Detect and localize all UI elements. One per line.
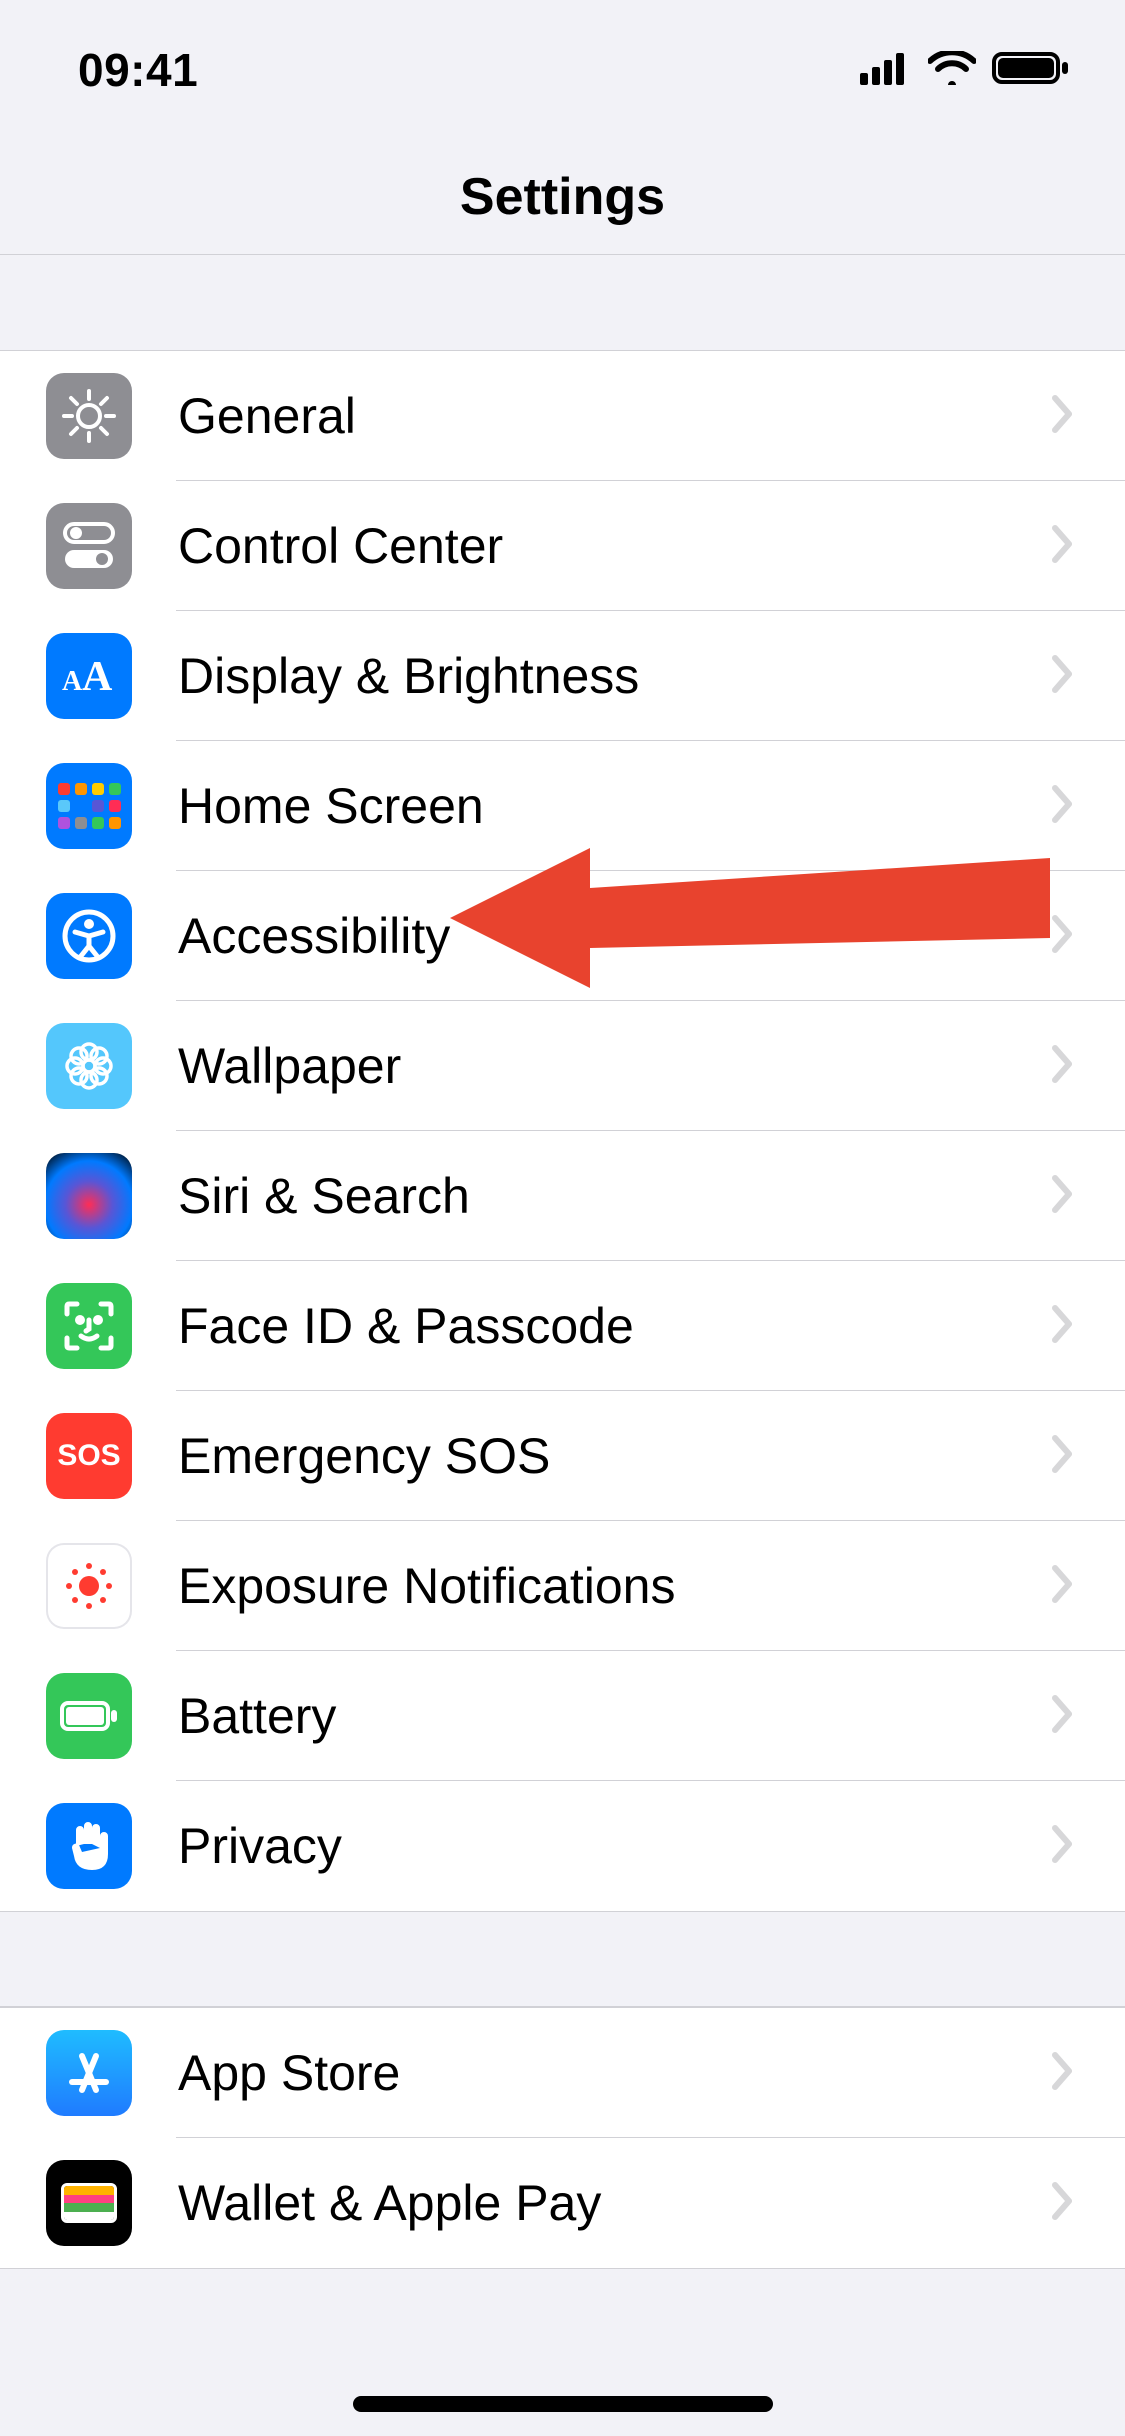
row-label: Privacy (178, 1817, 1051, 1875)
app-grid-icon (46, 763, 132, 849)
battery-icon (992, 50, 1070, 91)
row-exposure-notifications[interactable]: Exposure Notifications (0, 1521, 1125, 1651)
row-label: General (178, 387, 1051, 445)
siri-icon (46, 1153, 132, 1239)
row-label: Display & Brightness (178, 647, 1051, 705)
home-indicator[interactable] (353, 2396, 773, 2412)
row-wallet-apple-pay[interactable]: Wallet & Apple Pay (0, 2138, 1125, 2268)
hand-icon (46, 1803, 132, 1889)
toggles-icon (46, 503, 132, 589)
wallet-icon (46, 2160, 132, 2246)
row-label: Control Center (178, 517, 1051, 575)
appstore-icon (46, 2030, 132, 2116)
svg-text:A: A (62, 666, 83, 697)
row-home-screen[interactable]: Home Screen (0, 741, 1125, 871)
row-emergency-sos[interactable]: SOS Emergency SOS (0, 1391, 1125, 1521)
status-time: 09:41 (78, 43, 198, 97)
settings-group-store: App Store Wallet & Apple Pay (0, 2007, 1125, 2268)
row-general[interactable]: General (0, 351, 1125, 481)
row-label: Face ID & Passcode (178, 1297, 1051, 1355)
settings-group-main: General Control Center (0, 351, 1125, 1911)
chevron-right-icon (1051, 1174, 1075, 1219)
settings-screen: 09:41 (0, 0, 1125, 2436)
flower-icon (46, 1023, 132, 1109)
accessibility-icon (46, 893, 132, 979)
chevron-right-icon (1051, 1564, 1075, 1609)
page-title: Settings (460, 167, 665, 227)
row-label: Battery (178, 1687, 1051, 1745)
wifi-icon (928, 51, 976, 90)
row-accessibility[interactable]: Accessibility (0, 871, 1125, 1001)
gear-icon (46, 373, 132, 459)
row-wallpaper[interactable]: Wallpaper (0, 1001, 1125, 1131)
row-label: Exposure Notifications (178, 1557, 1051, 1615)
chevron-right-icon (1051, 2181, 1075, 2226)
chevron-right-icon (1051, 1824, 1075, 1869)
chevron-right-icon (1051, 1434, 1075, 1479)
chevron-right-icon (1051, 1044, 1075, 1089)
status-indicators (860, 50, 1070, 91)
battery-row-icon (46, 1673, 132, 1759)
row-control-center[interactable]: Control Center (0, 481, 1125, 611)
row-battery[interactable]: Battery (0, 1651, 1125, 1781)
row-label: Accessibility (178, 907, 1051, 965)
svg-text:A: A (82, 654, 113, 700)
exposure-icon (46, 1543, 132, 1629)
row-label: App Store (178, 2044, 1051, 2102)
cellular-icon (860, 51, 912, 90)
row-label: Siri & Search (178, 1167, 1051, 1225)
chevron-right-icon (1051, 2051, 1075, 2096)
row-display-brightness[interactable]: A A Display & Brightness (0, 611, 1125, 741)
row-label: Home Screen (178, 777, 1051, 835)
chevron-right-icon (1051, 914, 1075, 959)
row-privacy[interactable]: Privacy (0, 1781, 1125, 1911)
text-size-icon: A A (46, 633, 132, 719)
chevron-right-icon (1051, 524, 1075, 569)
chevron-right-icon (1051, 394, 1075, 439)
sos-icon: SOS (46, 1413, 132, 1499)
chevron-right-icon (1051, 654, 1075, 699)
chevron-right-icon (1051, 784, 1075, 829)
row-faceid-passcode[interactable]: Face ID & Passcode (0, 1261, 1125, 1391)
section-gap (0, 255, 1125, 351)
section-gap (0, 1911, 1125, 2007)
chevron-right-icon (1051, 1694, 1075, 1739)
row-label: Wallet & Apple Pay (178, 2174, 1051, 2232)
status-bar: 09:41 (0, 0, 1125, 140)
row-app-store[interactable]: App Store (0, 2008, 1125, 2138)
row-label: Emergency SOS (178, 1427, 1051, 1485)
navigation-bar: Settings (0, 140, 1125, 255)
faceid-icon (46, 1283, 132, 1369)
chevron-right-icon (1051, 1304, 1075, 1349)
row-siri-search[interactable]: Siri & Search (0, 1131, 1125, 1261)
row-label: Wallpaper (178, 1037, 1051, 1095)
